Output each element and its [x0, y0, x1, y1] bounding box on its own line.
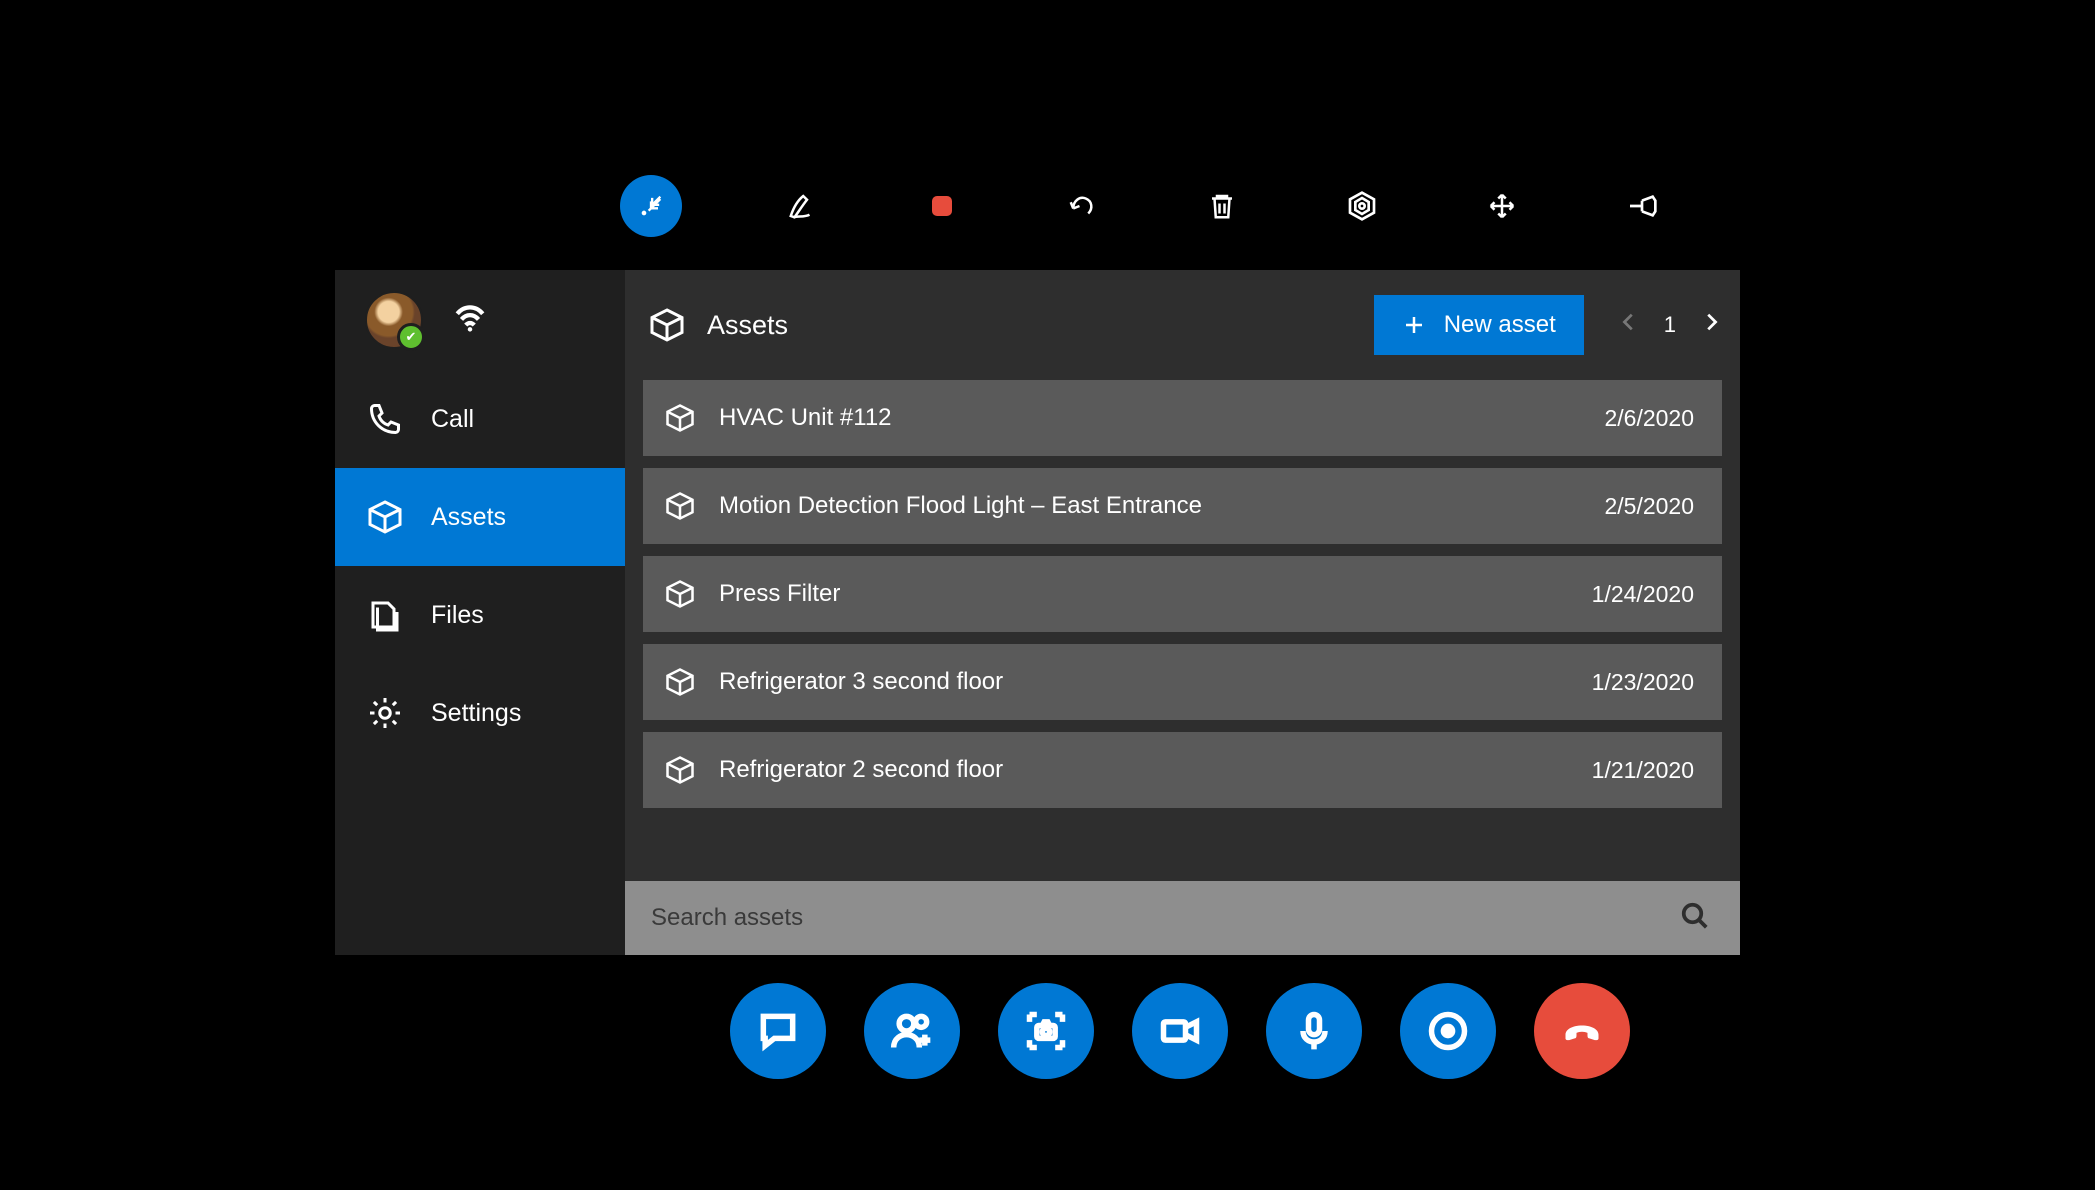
- search-input[interactable]: [651, 904, 1680, 932]
- assets-panel: Call Assets Files Settings Assets New as…: [335, 270, 1740, 955]
- sidebar-item-settings[interactable]: Settings: [335, 664, 625, 762]
- asset-date: 2/6/2020: [1604, 405, 1694, 432]
- asset-list: HVAC Unit #112 2/6/2020 Motion Detection…: [625, 380, 1740, 881]
- asset-row[interactable]: Refrigerator 2 second floor 1/21/2020: [643, 732, 1722, 808]
- asset-date: 1/23/2020: [1592, 669, 1694, 696]
- pager-next[interactable]: [1700, 309, 1722, 341]
- sidebar-item-call[interactable]: Call: [335, 370, 625, 468]
- camera-capture-button[interactable]: [998, 983, 1094, 1079]
- search-icon[interactable]: [1680, 901, 1710, 936]
- asset-date: 2/5/2020: [1604, 493, 1694, 520]
- asset-row[interactable]: Press Filter 1/24/2020: [643, 556, 1722, 632]
- avatar[interactable]: [365, 291, 423, 349]
- asset-name: HVAC Unit #112: [719, 404, 1604, 432]
- page-title-text: Assets: [707, 310, 788, 341]
- target-icon[interactable]: [1342, 186, 1382, 226]
- asset-date: 1/21/2020: [1592, 757, 1694, 784]
- delete-icon[interactable]: [1202, 186, 1242, 226]
- sidebar-item-assets[interactable]: Assets: [335, 468, 625, 566]
- move-icon[interactable]: [1482, 186, 1522, 226]
- record-button[interactable]: [1400, 983, 1496, 1079]
- asset-row[interactable]: Refrigerator 3 second floor 1/23/2020: [643, 644, 1722, 720]
- sidebar-item-label: Files: [431, 601, 484, 630]
- asset-name: Refrigerator 2 second floor: [719, 756, 1592, 784]
- asset-row[interactable]: HVAC Unit #112 2/6/2020: [643, 380, 1722, 456]
- asset-date: 1/24/2020: [1592, 581, 1694, 608]
- sidebar: Call Assets Files Settings: [335, 270, 625, 955]
- ink-pen-icon[interactable]: [782, 186, 822, 226]
- sidebar-item-label: Settings: [431, 699, 521, 728]
- wifi-icon: [453, 301, 487, 340]
- microphone-button[interactable]: [1266, 983, 1362, 1079]
- assets-header: Assets New asset 1: [625, 270, 1740, 380]
- new-asset-button[interactable]: New asset: [1374, 295, 1584, 355]
- sidebar-item-label: Assets: [431, 503, 506, 532]
- page-title: Assets: [649, 307, 1354, 343]
- add-participant-button[interactable]: [864, 983, 960, 1079]
- new-asset-label: New asset: [1444, 311, 1556, 339]
- asset-name: Refrigerator 3 second floor: [719, 668, 1592, 696]
- end-call-button[interactable]: [1534, 983, 1630, 1079]
- pin-icon[interactable]: [1622, 186, 1662, 226]
- sidebar-item-label: Call: [431, 405, 474, 434]
- main-content: Assets New asset 1 HVAC Unit #112 2/6/2: [625, 270, 1740, 955]
- stop-recording-icon[interactable]: [922, 186, 962, 226]
- asset-row[interactable]: Motion Detection Flood Light – East Entr…: [643, 468, 1722, 544]
- annotation-toolbar: [620, 175, 1662, 237]
- arrow-minimize-icon[interactable]: [620, 175, 682, 237]
- profile-area: [335, 270, 625, 370]
- video-button[interactable]: [1132, 983, 1228, 1079]
- chat-button[interactable]: [730, 983, 826, 1079]
- call-control-bar: [730, 983, 1630, 1079]
- search-bar: [625, 881, 1740, 955]
- asset-name: Press Filter: [719, 580, 1592, 608]
- sidebar-item-files[interactable]: Files: [335, 566, 625, 664]
- pager: 1: [1604, 309, 1722, 341]
- page-number: 1: [1664, 312, 1676, 338]
- asset-name: Motion Detection Flood Light – East Entr…: [719, 492, 1604, 520]
- pager-prev[interactable]: [1618, 309, 1640, 341]
- undo-icon[interactable]: [1062, 186, 1102, 226]
